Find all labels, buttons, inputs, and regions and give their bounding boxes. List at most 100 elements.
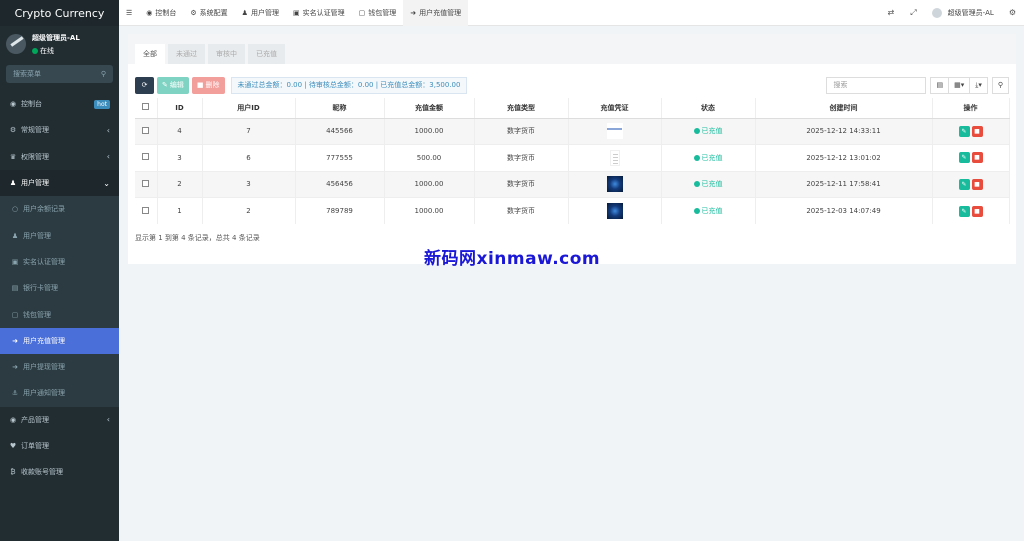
navbar-right: ⇄ ⤢ 超级管理员-AL ⚙ — [880, 0, 1024, 26]
sidebar-item-user-management[interactable]: ♟ 用户管理 ⌄ — [0, 169, 119, 197]
export-button[interactable]: ⤓▾ — [969, 76, 988, 94]
sidebar-item-recharge[interactable]: ➜ 用户充值管理 — [0, 327, 119, 354]
tab-recharged[interactable]: 已充值 — [248, 44, 285, 64]
row-edit-button[interactable]: ✎ — [958, 152, 970, 164]
table-search-input[interactable]: 搜索 — [826, 76, 927, 94]
sidebar-item-withdraw[interactable]: ➜ 用户提现管理 — [0, 354, 119, 380]
col-type[interactable]: 充值类型 — [474, 98, 569, 119]
col-actions: 操作 — [932, 98, 1010, 119]
tab-dashboard[interactable]: ◉ 控制台 — [139, 0, 183, 26]
checkbox[interactable] — [142, 179, 150, 187]
checkbox[interactable] — [142, 103, 150, 111]
cell-user-id: 7 — [202, 117, 296, 145]
app-logo[interactable]: Crypto Currency — [0, 0, 119, 26]
gear-icon: ⚙ — [190, 8, 197, 17]
sidebar-item-balance-log[interactable]: ○ 用户余额记录 — [0, 196, 119, 222]
refresh-button[interactable]: ⟳ — [135, 76, 154, 94]
sidebar-item-bank-card[interactable]: ▤ 银行卡管理 — [0, 275, 119, 301]
user-panel: 超级管理员-AL 在线 — [0, 26, 119, 62]
tab-recharge[interactable]: ➜ 用户充值管理 — [403, 0, 469, 26]
menu-search-placeholder: 搜索菜单 — [13, 70, 41, 78]
sidebar-item-notify[interactable]: ⚓ 用户通知管理 — [0, 380, 119, 406]
row-checkbox-cell[interactable] — [135, 170, 158, 198]
table-row[interactable]: 1 2 789789 1000.00 数字货币 已充值 2025-12-03 14:07:4… — [135, 197, 1010, 224]
sidebar-item-kyc[interactable]: ▣ 实名认证管理 — [0, 249, 119, 275]
proof-thumbnail[interactable] — [606, 203, 623, 219]
toggle-view-button[interactable]: ▤ — [930, 76, 949, 94]
sidebar-item-label: 实名认证管理 — [23, 257, 65, 266]
tab-all[interactable]: 全部 — [135, 44, 165, 64]
row-delete-button[interactable]: ■ — [971, 152, 983, 164]
sign-in-icon: ➜ — [410, 8, 417, 17]
col-nickname[interactable]: 昵称 — [295, 98, 385, 119]
row-edit-button[interactable]: ✎ — [958, 205, 970, 217]
col-id[interactable]: ID — [157, 98, 203, 119]
proof-thumbnail[interactable] — [609, 149, 620, 166]
fullscreen-icon[interactable]: ⤢ — [902, 8, 924, 18]
columns-button[interactable]: ▦▾ — [948, 76, 970, 94]
advanced-search-button[interactable]: ⚲ — [991, 76, 1009, 94]
tab-kyc[interactable]: ▣ 实名认证管理 — [286, 0, 352, 26]
table-row[interactable]: 4 7 445566 1000.00 数字货币 已充值 2025-12-12 14:33:1… — [135, 117, 1010, 145]
sidebar-item-label: 用户提现管理 — [23, 363, 65, 372]
group-icon: ♛ — [9, 152, 17, 161]
col-proof[interactable]: 充值凭证 — [568, 98, 662, 119]
sidebar-toggle[interactable]: ☰ — [119, 0, 139, 26]
col-created[interactable]: 创建时间 — [755, 98, 933, 119]
menu-search-input[interactable]: 搜索菜单 ⚲ — [6, 65, 113, 83]
row-edit-button[interactable]: ✎ — [958, 125, 970, 137]
cell-created: 2025-12-03 14:07:49 — [755, 197, 933, 224]
menu-icon[interactable]: ☰ — [126, 9, 132, 17]
sidebar-item-permission[interactable]: ♛ 权限管理 ‹ — [0, 144, 119, 170]
delete-button[interactable]: ■ 删除 — [191, 76, 225, 94]
sidebar-item-label: 订单管理 — [21, 442, 49, 450]
user-menu-label: 超级管理员-AL — [947, 8, 994, 17]
col-amount[interactable]: 充值金额 — [384, 98, 475, 119]
edit-button[interactable]: ✎ 编辑 — [157, 76, 189, 94]
status-tabs: 全部 未通过 审核中 已充值 — [128, 34, 1016, 64]
tab-system-config[interactable]: ⚙ 系统配置 — [183, 0, 234, 26]
cell-nickname: 456456 — [295, 170, 385, 198]
status-text: 已充值 — [701, 153, 723, 162]
row-delete-button[interactable]: ■ — [971, 205, 983, 217]
proof-thumbnail[interactable] — [606, 176, 623, 193]
cell-type: 数字货币 — [474, 197, 569, 224]
checkbox[interactable] — [142, 206, 150, 214]
proof-thumbnail[interactable] — [606, 123, 623, 140]
search-icon[interactable]: ⚲ — [101, 70, 106, 78]
cell-created: 2025-12-11 17:58:41 — [755, 170, 933, 198]
translate-icon[interactable]: ⇄ — [880, 8, 903, 17]
chevron-left-icon: ‹ — [106, 125, 110, 135]
row-edit-button[interactable]: ✎ — [958, 178, 970, 190]
sidebar-item-payment-accounts[interactable]: ₿ 收款账号管理 — [0, 459, 119, 485]
sidebar-item-orders[interactable]: ♥ 订单管理 — [0, 433, 119, 459]
row-delete-button[interactable]: ■ — [971, 125, 983, 137]
col-user-id[interactable]: 用户ID — [202, 98, 296, 119]
sidebar-item-wallet[interactable]: ▢ 钱包管理 — [0, 301, 119, 327]
checkbox[interactable] — [142, 153, 150, 161]
sidebar-item-dashboard[interactable]: ◉ 控制台 hot — [0, 91, 119, 117]
table-row[interactable]: 2 3 456456 1000.00 数字货币 已充值 2025-12-11 17:58:4… — [135, 170, 1010, 198]
table-row[interactable]: 3 6 777555 500.00 数字货币 已充值 2025-12-12 13:01:02… — [135, 144, 1010, 171]
tab-label: 用户充值管理 — [419, 8, 462, 17]
select-all-checkbox[interactable] — [135, 98, 158, 119]
sidebar-item-users[interactable]: ♟ 用户管理 — [0, 222, 119, 248]
col-status[interactable]: 状态 — [661, 98, 756, 119]
checkbox[interactable] — [142, 126, 150, 134]
row-checkbox-cell[interactable] — [135, 117, 158, 145]
status-text: 已充值 — [701, 207, 723, 215]
tab-user-management[interactable]: ♟ 用户管理 — [235, 0, 286, 26]
settings-gear-icon[interactable]: ⚙ — [1001, 8, 1024, 17]
tab-pending[interactable]: 审核中 — [208, 44, 245, 64]
status-text: 在线 — [40, 46, 54, 55]
row-delete-button[interactable]: ■ — [971, 178, 983, 190]
sidebar-item-label: 用户充值管理 — [23, 336, 65, 345]
tab-rejected[interactable]: 未通过 — [168, 44, 205, 64]
sidebar-item-general[interactable]: ⚙ 常规管理 ‹ — [0, 117, 119, 143]
cell-proof — [568, 170, 662, 198]
row-checkbox-cell[interactable] — [135, 144, 158, 171]
user-menu[interactable]: 超级管理员-AL — [925, 0, 1001, 26]
row-checkbox-cell[interactable] — [135, 197, 158, 224]
tab-wallet[interactable]: ▢ 钱包管理 — [352, 0, 404, 26]
sidebar-item-products[interactable]: ◉ 产品管理 ‹ — [0, 407, 119, 433]
